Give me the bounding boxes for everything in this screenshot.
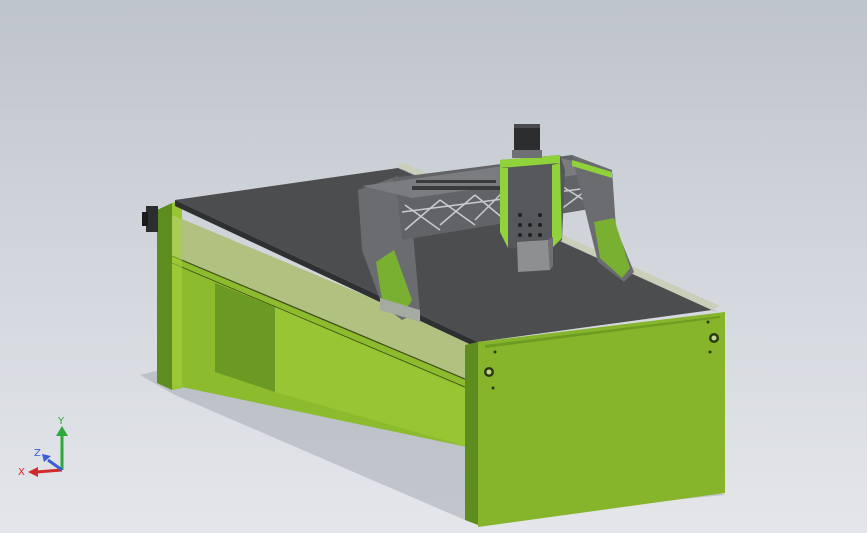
mount-hole-center xyxy=(486,369,492,375)
screw-hole xyxy=(708,350,712,354)
screw-hole xyxy=(491,386,495,390)
y-axis-arrowhead xyxy=(56,426,68,436)
screw-hole xyxy=(493,350,497,354)
x-axis-arrowhead xyxy=(28,467,38,477)
stepper-motor-mount xyxy=(512,150,542,158)
left-end-plate-side xyxy=(157,203,172,390)
left-end-plate-front[interactable] xyxy=(172,200,182,390)
x-axis-arrow xyxy=(35,468,63,474)
screw-hole xyxy=(706,320,710,324)
cnc-router-model[interactable] xyxy=(0,0,867,533)
stepper-motor-cap xyxy=(514,124,540,128)
right-end-plate[interactable] xyxy=(478,312,725,527)
spindle-block[interactable] xyxy=(517,240,550,272)
y-axis-label: Y xyxy=(57,416,65,427)
z-axis-stepper-motor[interactable] xyxy=(514,124,540,154)
z-axis-label: Z xyxy=(34,448,41,459)
right-end-plate-side xyxy=(465,342,478,525)
z-axis-arrow xyxy=(47,458,63,472)
orientation-triad[interactable]: Y X Z xyxy=(18,412,78,482)
graphics-viewport[interactable]: Y X Z xyxy=(0,0,867,533)
mount-hole-center xyxy=(711,335,717,341)
x-axis-label: X xyxy=(18,467,25,478)
x-axis-motor-shaft xyxy=(142,212,148,226)
